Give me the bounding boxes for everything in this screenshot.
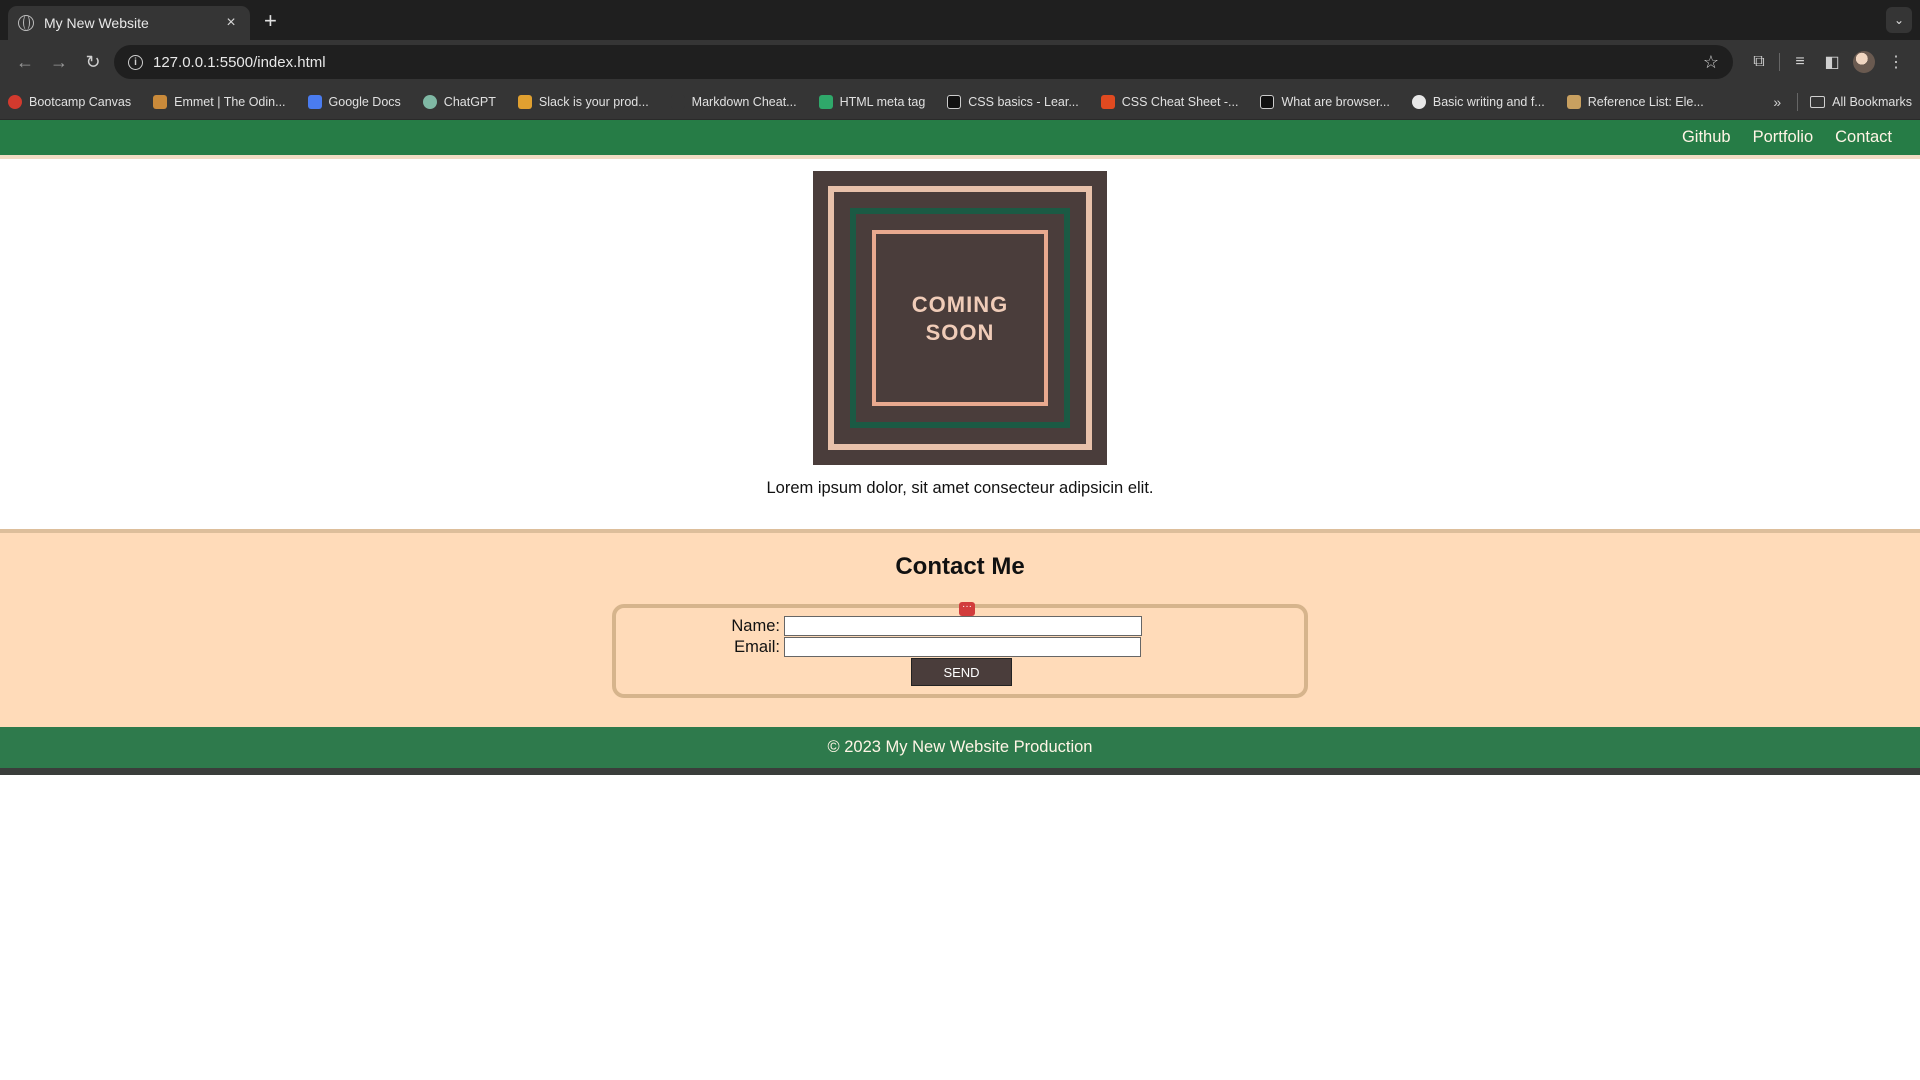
bookmark-item[interactable]: HTML meta tag bbox=[818, 94, 926, 109]
contact-heading: Contact Me bbox=[895, 553, 1025, 580]
bookmark-label: CSS basics - Lear... bbox=[968, 94, 1079, 109]
tab-search-icon[interactable]: ⌄ bbox=[1886, 7, 1912, 33]
site-footer: © 2023 My New Website Production bbox=[0, 727, 1920, 775]
coming-soon-line-1: COMING bbox=[911, 292, 1009, 317]
new-tab-button[interactable]: + bbox=[264, 8, 277, 34]
bookmark-item[interactable]: Google Docs bbox=[307, 94, 401, 109]
bookmark-favicon-icon bbox=[8, 94, 22, 109]
extensions-icon[interactable]: ⧉ bbox=[1743, 46, 1775, 78]
browser-tab[interactable]: My New Website × bbox=[8, 6, 250, 40]
nav-link-github[interactable]: Github bbox=[1682, 128, 1731, 147]
coming-soon-text: COMING SOON bbox=[813, 291, 1107, 347]
forward-icon[interactable]: → bbox=[42, 45, 76, 79]
bookmark-item[interactable]: What are browser... bbox=[1260, 94, 1390, 109]
bookmark-favicon-icon bbox=[947, 94, 962, 109]
bookmark-label: Basic writing and f... bbox=[1432, 94, 1545, 109]
bookmark-label: HTML meta tag bbox=[839, 94, 926, 109]
bookmark-item[interactable]: Basic writing and f... bbox=[1411, 94, 1545, 109]
bookmark-item[interactable]: Markdown Cheat... bbox=[670, 94, 797, 109]
site-info-icon[interactable]: i bbox=[128, 54, 143, 70]
bookmark-favicon-icon bbox=[1100, 94, 1115, 109]
name-input[interactable] bbox=[784, 616, 1142, 636]
more-options-icon[interactable]: ··· bbox=[959, 602, 975, 616]
hero-text: Lorem ipsum dolor, sit amet consecteur a… bbox=[766, 479, 1154, 497]
bookmark-favicon-icon bbox=[307, 94, 322, 109]
tab-title: My New Website bbox=[44, 15, 149, 31]
bookmark-item[interactable]: Reference List: Ele... bbox=[1566, 94, 1704, 109]
site-navbar: Github Portfolio Contact bbox=[0, 120, 1920, 159]
toolbar-divider bbox=[1779, 53, 1780, 71]
email-row: Email: bbox=[620, 637, 1141, 657]
all-bookmarks-label: All Bookmarks bbox=[1832, 94, 1912, 109]
bookmark-favicon-icon bbox=[670, 94, 685, 109]
browser-toolbar: ← → ↻ i 127.0.0.1:5500/index.html ☆ ⧉ ≡ … bbox=[0, 40, 1920, 84]
bookmark-favicon-icon bbox=[153, 94, 168, 109]
contact-section: Contact Me ··· Name: Email: SEND bbox=[0, 529, 1920, 727]
email-label: Email: bbox=[734, 637, 780, 656]
nav-link-portfolio[interactable]: Portfolio bbox=[1753, 128, 1814, 147]
bookmark-item[interactable]: CSS Cheat Sheet -... bbox=[1100, 94, 1239, 109]
address-bar[interactable]: i 127.0.0.1:5500/index.html ☆ bbox=[114, 45, 1733, 79]
more-bookmarks-icon[interactable]: » bbox=[1773, 94, 1781, 110]
bookmark-label: What are browser... bbox=[1281, 94, 1390, 109]
folder-icon bbox=[1810, 95, 1826, 108]
bookmark-favicon-icon bbox=[1260, 94, 1275, 109]
bookmark-item[interactable]: Emmet | The Odin... bbox=[153, 94, 286, 109]
bookmark-favicon-icon bbox=[422, 94, 437, 109]
bookmark-item[interactable]: CSS basics - Lear... bbox=[947, 94, 1079, 109]
send-button[interactable]: SEND bbox=[911, 658, 1012, 686]
globe-icon bbox=[18, 15, 34, 31]
name-label: Name: bbox=[731, 616, 780, 635]
menu-kebab-icon[interactable]: ⋮ bbox=[1880, 46, 1912, 78]
contact-form: ··· Name: Email: SEND bbox=[612, 602, 1308, 698]
all-bookmarks-button[interactable]: All Bookmarks bbox=[1810, 95, 1912, 109]
nav-link-contact[interactable]: Contact bbox=[1835, 128, 1892, 147]
coming-soon-line-2: SOON bbox=[925, 320, 995, 345]
tab-close-button[interactable]: × bbox=[222, 14, 240, 32]
bookmark-favicon-icon bbox=[517, 94, 532, 109]
coming-soon-image: COMING SOON bbox=[813, 171, 1107, 465]
bookmark-label: Slack is your prod... bbox=[538, 94, 649, 109]
bookmark-favicon-icon bbox=[818, 94, 833, 109]
bookmark-item[interactable]: Slack is your prod... bbox=[517, 94, 649, 109]
media-control-icon[interactable]: ≡ bbox=[1784, 46, 1816, 78]
bookmark-item[interactable]: ChatGPT bbox=[422, 94, 496, 109]
url-text[interactable]: 127.0.0.1:5500/index.html bbox=[153, 54, 1703, 71]
side-panel-icon[interactable]: ◧ bbox=[1816, 46, 1848, 78]
profile-avatar[interactable] bbox=[1848, 46, 1880, 78]
browser-tabstrip: My New Website × + ⌄ bbox=[0, 0, 1920, 40]
bookmark-label: Bootcamp Canvas bbox=[29, 94, 132, 109]
bookmark-item[interactable]: Bootcamp Canvas bbox=[8, 94, 132, 109]
bookmarks-bar: Bootcamp Canvas Emmet | The Odin... Goog… bbox=[0, 84, 1920, 120]
bookmarks-divider bbox=[1797, 92, 1799, 111]
bookmark-label: CSS Cheat Sheet -... bbox=[1121, 94, 1239, 109]
bookmark-favicon-icon bbox=[1566, 94, 1581, 109]
bookmark-favicon-icon bbox=[1411, 94, 1426, 109]
name-row: Name: bbox=[620, 616, 1142, 636]
reload-icon[interactable]: ↻ bbox=[76, 45, 110, 79]
footer-text: © 2023 My New Website Production bbox=[827, 738, 1093, 756]
back-icon[interactable]: ← bbox=[8, 45, 42, 79]
bookmark-label: Markdown Cheat... bbox=[691, 94, 797, 109]
bookmark-label: Reference List: Ele... bbox=[1587, 94, 1704, 109]
bookmark-star-icon[interactable]: ☆ bbox=[1703, 52, 1719, 73]
email-input[interactable] bbox=[784, 637, 1141, 657]
bookmark-label: Google Docs bbox=[328, 94, 401, 109]
bookmark-label: ChatGPT bbox=[443, 94, 496, 109]
avatar bbox=[1853, 51, 1875, 73]
hero-section: COMING SOON Lorem ipsum dolor, sit amet … bbox=[0, 159, 1920, 529]
bookmark-label: Emmet | The Odin... bbox=[174, 94, 286, 109]
